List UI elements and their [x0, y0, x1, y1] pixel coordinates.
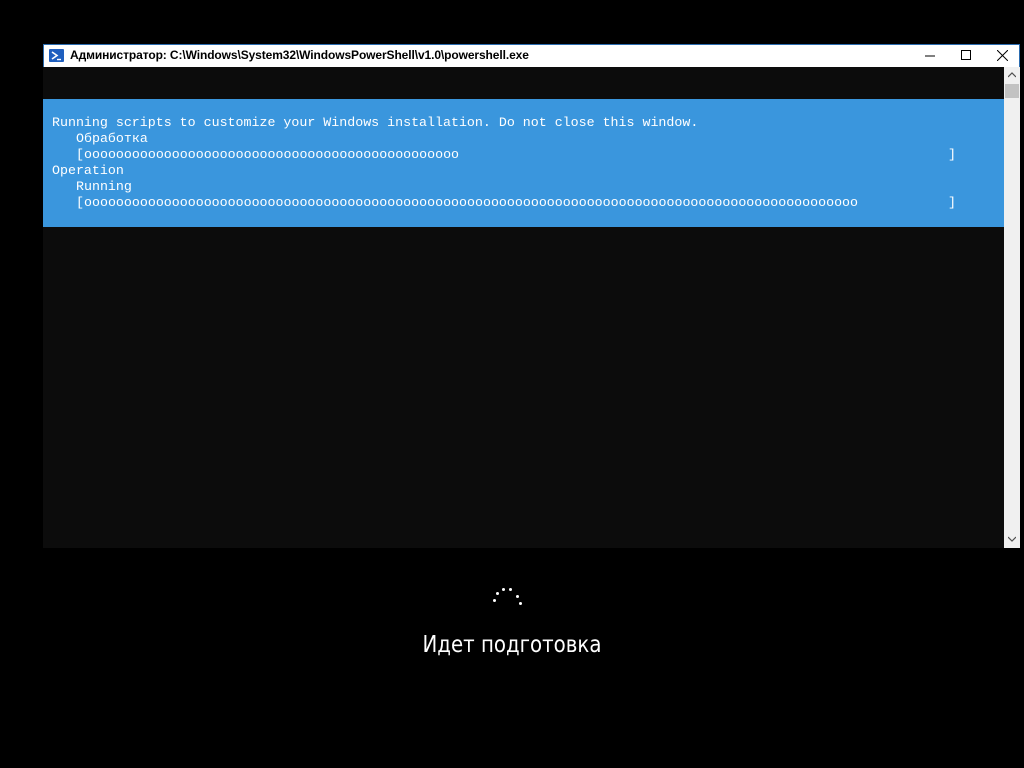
- title-bar[interactable]: Администратор: C:\Windows\System32\Windo…: [43, 44, 1020, 67]
- window-title: Администратор: C:\Windows\System32\Windo…: [70, 48, 529, 62]
- scroll-thumb[interactable]: [1005, 84, 1019, 98]
- activity-2-status: Running: [76, 179, 132, 194]
- spinner-dot: [502, 588, 505, 591]
- progress-bar-2-open: [: [76, 195, 84, 210]
- close-icon: [997, 50, 1008, 61]
- chevron-down-icon: [1008, 536, 1016, 542]
- activity-2-label: Operation: [52, 163, 124, 178]
- spinner-dot: [496, 592, 499, 595]
- chevron-up-icon: [1008, 72, 1016, 78]
- progress-bar-1-close: ]: [948, 147, 956, 162]
- header-line: Running scripts to customize your Window…: [52, 115, 699, 130]
- progress-bar-2-close: ]: [948, 195, 956, 210]
- progress-bar-1-fill: oooooooooooooooooooooooooooooooooooooooo…: [84, 147, 460, 162]
- spinner-dot: [493, 599, 496, 602]
- close-button[interactable]: [984, 45, 1020, 67]
- minimize-icon: [925, 55, 935, 57]
- progress-bar-1: [ oooooooooooooooooooooooooooooooooooooo…: [76, 147, 956, 163]
- maximize-icon: [961, 50, 971, 60]
- progress-bar-2-fill: oooooooooooooooooooooooooooooooooooooooo…: [84, 195, 859, 210]
- scroll-up-button[interactable]: [1004, 67, 1020, 84]
- spinner-dot: [516, 595, 519, 598]
- progress-panel: Running scripts to customize your Window…: [43, 99, 1004, 227]
- powershell-window: Администратор: C:\Windows\System32\Windo…: [43, 44, 1020, 548]
- powershell-icon: [49, 49, 64, 62]
- maximize-button[interactable]: [948, 45, 984, 67]
- progress-bar-1-open: [: [76, 147, 84, 162]
- loading-spinner-icon: [490, 585, 526, 609]
- console-area[interactable]: Running scripts to customize your Window…: [43, 67, 1004, 548]
- minimize-button[interactable]: [912, 45, 948, 67]
- setup-status-text: Идет подготовка: [422, 632, 602, 658]
- spinner-dot: [509, 588, 512, 591]
- scroll-down-button[interactable]: [1004, 531, 1020, 548]
- progress-bar-2: [ oooooooooooooooooooooooooooooooooooooo…: [76, 195, 956, 211]
- activity-1-label: Обработка: [76, 131, 148, 146]
- spinner-dot: [519, 602, 522, 605]
- vertical-scrollbar[interactable]: [1004, 67, 1020, 548]
